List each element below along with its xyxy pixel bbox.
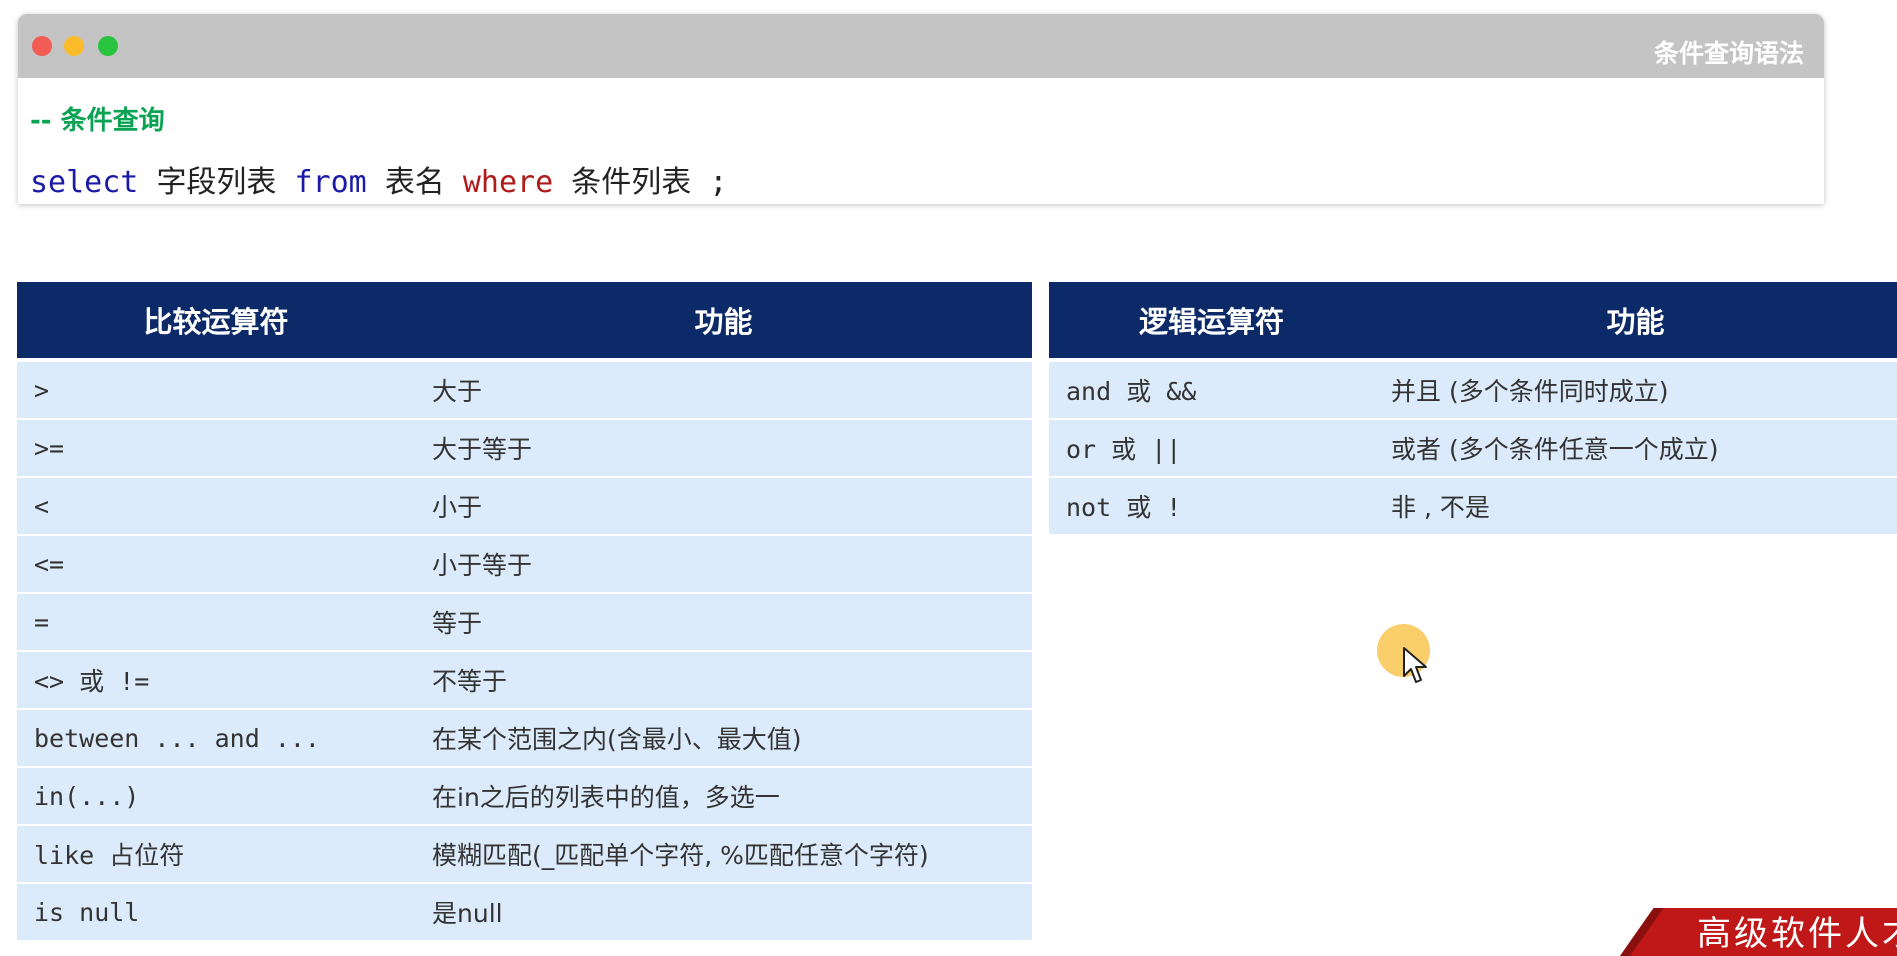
function-cell: 并且 (多个条件同时成立) (1374, 360, 1897, 420)
sql-keyword-from: from (294, 165, 367, 200)
function-cell: 是null (415, 883, 1032, 942)
function-cell: 模糊匹配(_匹配单个字符, %匹配任意个字符) (415, 825, 1032, 884)
operator-cell: and 或 && (1049, 360, 1374, 420)
operator-cell: in(...) (17, 767, 415, 826)
function-cell: 小于 (415, 477, 1032, 536)
table-row: <= 小于等于 (17, 535, 1032, 594)
close-window-button[interactable] (32, 36, 52, 56)
operator-cell: <> 或 != (17, 651, 415, 710)
sql-conditions: 条件列表 (571, 165, 692, 200)
window-title: 条件查询语法 (1653, 39, 1804, 68)
sql-terminator: ; (709, 165, 728, 200)
mouse-pointer-icon (1403, 647, 1427, 683)
header-operator: 逻辑运算符 (1049, 282, 1374, 362)
table-row: between ... and ... 在某个范围之内(含最小、最大值) (17, 709, 1032, 768)
operator-cell: like 占位符 (17, 825, 415, 884)
operator-cell: not 或 ! (1049, 477, 1374, 536)
function-cell: 在in之后的列表中的值，多选一 (415, 767, 1032, 826)
sql-fields: 字段列表 (156, 165, 277, 200)
operator-cell: < (17, 477, 415, 536)
function-cell: 在某个范围之内(含最小、最大值) (415, 709, 1032, 768)
header-operator: 比较运算符 (17, 282, 415, 362)
minimize-window-button[interactable] (64, 36, 84, 56)
operator-cell: > (17, 360, 415, 420)
function-cell: 大于等于 (415, 419, 1032, 478)
sql-keyword-select: select (30, 165, 139, 200)
operator-cell: is null (17, 883, 415, 942)
code-window: 条件查询语法 -- 条件查询 select 字段列表 from 表名 where… (18, 14, 1824, 204)
logical-operators-table: 逻辑运算符 功能 and 或 && 并且 (多个条件同时成立) or 或 || 或者… (1049, 282, 1897, 536)
operator-cell: = (17, 593, 415, 652)
operator-cell: >= (17, 419, 415, 478)
comparison-operators-table: 比较运算符 功能 > 大于 >= 大于等于 < 小于 <= 小于等于 = 等于 <> 或 … (17, 282, 1032, 942)
table-row: like 占位符 模糊匹配(_匹配单个字符, %匹配任意个字符) (17, 825, 1032, 884)
sql-statement: select 字段列表 from 表名 where 条件列表 ; (30, 157, 1812, 201)
table-row: >= 大于等于 (17, 419, 1032, 478)
table-row: is null 是null (17, 883, 1032, 942)
function-cell: 或者 (多个条件任意一个成立) (1374, 419, 1897, 478)
table-row: < 小于 (17, 477, 1032, 536)
table-header-row: 比较运算符 功能 (17, 282, 1032, 362)
function-cell: 等于 (415, 593, 1032, 652)
table-row: > 大于 (17, 360, 1032, 420)
maximize-window-button[interactable] (98, 36, 118, 56)
code-body: -- 条件查询 select 字段列表 from 表名 where 条件列表 ; (18, 100, 1824, 201)
function-cell: 大于 (415, 360, 1032, 420)
table-header-row: 逻辑运算符 功能 (1049, 282, 1897, 362)
table-row: and 或 && 并且 (多个条件同时成立) (1049, 360, 1897, 420)
table-row: or 或 || 或者 (多个条件任意一个成立) (1049, 419, 1897, 478)
function-cell: 小于等于 (415, 535, 1032, 594)
header-function: 功能 (415, 282, 1032, 362)
function-cell: 不等于 (415, 651, 1032, 710)
operator-cell: between ... and ... (17, 709, 415, 768)
table-row: <> 或 != 不等于 (17, 651, 1032, 710)
table-row: = 等于 (17, 593, 1032, 652)
header-function: 功能 (1374, 282, 1897, 362)
watermark-text: 高级软件人才 (1697, 914, 1897, 954)
table-row: not 或 ! 非 , 不是 (1049, 477, 1897, 536)
table-row: in(...) 在in之后的列表中的值，多选一 (17, 767, 1032, 826)
window-titlebar: 条件查询语法 (18, 14, 1824, 78)
operator-cell: or 或 || (1049, 419, 1374, 478)
function-cell: 非 , 不是 (1374, 477, 1897, 536)
sql-table: 表名 (384, 165, 445, 200)
sql-comment: -- 条件查询 (30, 106, 165, 136)
operator-cell: <= (17, 535, 415, 594)
sql-keyword-where: where (462, 165, 554, 200)
